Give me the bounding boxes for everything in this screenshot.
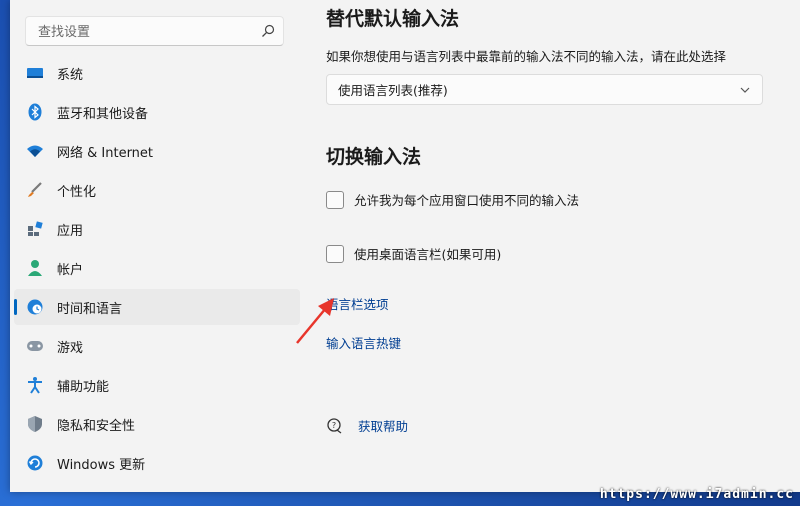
- search-input[interactable]: [36, 17, 260, 47]
- sidebar-item-time-language[interactable]: 时间和语言: [14, 289, 300, 325]
- sidebar-nav: 系统 蓝牙和其他设备 网络 & Internet 个性化 应用 帐户 时间和语言…: [14, 55, 300, 484]
- per-app-input-row: 允许我为每个应用窗口使用不同的输入法: [326, 190, 579, 209]
- get-help-row[interactable]: ? 获取帮助: [326, 416, 408, 435]
- language-bar-checkbox[interactable]: [326, 244, 344, 263]
- sidebar-item-label: 应用: [57, 223, 84, 239]
- monitor-icon: [26, 64, 44, 82]
- sidebar-item-label: 隐私和安全性: [57, 418, 136, 434]
- wifi-icon: [26, 142, 44, 160]
- select-value: 使用语言列表(推荐): [338, 83, 448, 98]
- sidebar-item-system[interactable]: 系统: [14, 55, 300, 91]
- sidebar-item-network[interactable]: 网络 & Internet: [14, 133, 300, 169]
- override-section-title: 替代默认输入法: [326, 8, 460, 30]
- sidebar-item-gaming[interactable]: 游戏: [14, 328, 300, 364]
- sidebar-item-label: 个性化: [57, 184, 97, 200]
- sidebar-item-label: 帐户: [57, 262, 84, 278]
- override-description: 如果你想使用与语言列表中最靠前的输入法不同的输入法，请在此处选择: [326, 49, 727, 64]
- sidebar-item-privacy[interactable]: 隐私和安全性: [14, 406, 300, 442]
- sidebar-item-accessibility[interactable]: 辅助功能: [14, 367, 300, 403]
- settings-window: 系统 蓝牙和其他设备 网络 & Internet 个性化 应用: [10, 0, 800, 492]
- svg-text:?: ?: [332, 421, 336, 430]
- brush-icon: [26, 181, 44, 199]
- sidebar-item-label: 网络 & Internet: [57, 145, 154, 161]
- sidebar-item-apps[interactable]: 应用: [14, 211, 300, 247]
- sidebar-item-label: 系统: [57, 67, 84, 83]
- sidebar-item-label: Windows 更新: [57, 457, 146, 473]
- search-box[interactable]: [25, 16, 284, 47]
- accessibility-icon: [26, 376, 44, 394]
- update-icon: [26, 454, 44, 472]
- sidebar-item-windows-update[interactable]: Windows 更新: [14, 445, 300, 481]
- sidebar-item-personalization[interactable]: 个性化: [14, 172, 300, 208]
- gamepad-icon: [26, 337, 44, 355]
- get-help-link[interactable]: 获取帮助: [358, 416, 408, 435]
- per-app-input-label: 允许我为每个应用窗口使用不同的输入法: [354, 193, 580, 208]
- per-app-input-checkbox[interactable]: [326, 190, 344, 209]
- annotation-arrow: [296, 298, 334, 344]
- sidebar-item-label: 辅助功能: [57, 379, 110, 395]
- help-chat-icon: ?: [327, 417, 342, 434]
- watermark-text: https://www.i7admin.cc: [599, 487, 794, 502]
- language-bar-row: 使用桌面语言栏(如果可用): [326, 244, 501, 263]
- chevron-down-icon: [740, 87, 750, 93]
- sidebar-item-label: 游戏: [57, 340, 84, 356]
- person-icon: [26, 259, 44, 277]
- bluetooth-icon: [26, 103, 44, 121]
- sidebar-item-label: 蓝牙和其他设备: [57, 106, 149, 122]
- switch-section-title: 切换输入法: [326, 146, 422, 168]
- sidebar-item-accounts[interactable]: 帐户: [14, 250, 300, 286]
- search-icon[interactable]: [261, 24, 275, 38]
- shield-icon: [26, 415, 44, 433]
- sidebar-item-label: 时间和语言: [57, 301, 123, 317]
- language-bar-label: 使用桌面语言栏(如果可用): [354, 247, 502, 262]
- globe-clock-icon: [26, 298, 44, 316]
- default-input-method-select[interactable]: 使用语言列表(推荐): [326, 74, 763, 105]
- sidebar-item-bluetooth[interactable]: 蓝牙和其他设备: [14, 94, 300, 130]
- apps-icon: [26, 220, 44, 238]
